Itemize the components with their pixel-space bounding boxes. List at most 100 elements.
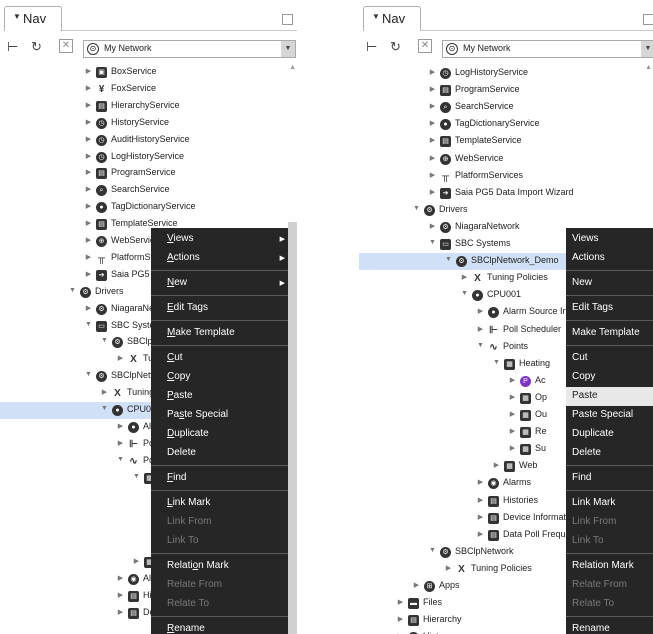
expand-arrow-icon[interactable]: ▶ bbox=[116, 608, 125, 616]
expand-arrow-icon[interactable]: ▶ bbox=[428, 119, 437, 127]
home-icon[interactable]: ⊢ bbox=[366, 39, 377, 55]
expand-arrow-icon[interactable]: ▶ bbox=[492, 461, 501, 469]
chevron-down-icon[interactable]: ▼ bbox=[372, 12, 380, 21]
expand-arrow-icon[interactable]: ▶ bbox=[116, 354, 125, 362]
tree-row[interactable]: ▶➔ Saia PG5 Data Import Wizard bbox=[359, 185, 653, 202]
home-icon[interactable]: ⊢ bbox=[7, 39, 18, 55]
collapse-arrow-icon[interactable]: ▼ bbox=[132, 473, 141, 480]
menu-item-delete[interactable]: Delete bbox=[566, 444, 653, 463]
collapse-arrow-icon[interactable]: ▼ bbox=[492, 359, 501, 366]
menu-item-new[interactable]: New bbox=[566, 274, 653, 293]
menu-item-duplicate[interactable]: Duplicate bbox=[151, 425, 288, 444]
network-selector[interactable]: ⊙ My Network ▼ bbox=[442, 40, 653, 58]
expand-arrow-icon[interactable]: ▶ bbox=[428, 85, 437, 93]
expand-arrow-icon[interactable]: ▶ bbox=[444, 564, 453, 572]
tree-row[interactable]: ▶ ● TagDictionaryService bbox=[0, 199, 288, 216]
expand-arrow-icon[interactable]: ▶ bbox=[508, 393, 517, 401]
expand-arrow-icon[interactable]: ▶ bbox=[396, 615, 405, 623]
expand-arrow-icon[interactable]: ▶ bbox=[428, 154, 437, 162]
scrollbar[interactable] bbox=[288, 222, 297, 634]
maximize-icon[interactable] bbox=[282, 14, 293, 25]
tree-row[interactable]: ▼ ⚙ Drivers bbox=[359, 202, 653, 219]
collapse-arrow-icon[interactable]: ▼ bbox=[100, 405, 109, 412]
expand-arrow-icon[interactable]: ▶ bbox=[396, 598, 405, 606]
tree-row[interactable]: ▶ ▤ HierarchyService bbox=[0, 98, 288, 115]
tree-row[interactable]: ▶ ▣ BoxService bbox=[0, 65, 288, 81]
expand-arrow-icon[interactable]: ▶ bbox=[476, 478, 485, 486]
expand-arrow-icon[interactable]: ▶ bbox=[84, 304, 93, 312]
tree-row[interactable]: ▶ ⌕ SearchService bbox=[359, 99, 653, 116]
tree-row[interactable]: ▶ ◷ LogHistoryService bbox=[359, 65, 653, 82]
expand-arrow-icon[interactable]: ▶ bbox=[428, 102, 437, 110]
maximize-icon[interactable] bbox=[643, 14, 653, 25]
expand-arrow-icon[interactable]: ▶ bbox=[508, 444, 517, 452]
expand-arrow-icon[interactable]: ▶ bbox=[100, 388, 109, 396]
expand-arrow-icon[interactable]: ▶ bbox=[428, 188, 437, 196]
collapse-arrow-icon[interactable]: ▼ bbox=[444, 256, 453, 263]
expand-arrow-icon[interactable]: ▶ bbox=[84, 118, 93, 126]
menu-item-actions[interactable]: Actions ▶ bbox=[151, 249, 288, 268]
expand-arrow-icon[interactable]: ▶ bbox=[84, 253, 93, 261]
tree-row[interactable]: ▶ ◷ LogHistoryService bbox=[0, 149, 288, 166]
tree-row[interactable]: ▶ ◷ AuditHistoryService bbox=[0, 132, 288, 149]
collapse-arrow-icon[interactable]: ▼ bbox=[84, 321, 93, 328]
menu-item-views[interactable]: Views bbox=[566, 230, 653, 249]
tree-row[interactable]: ▶ ⌕ SearchService bbox=[0, 182, 288, 199]
expand-arrow-icon[interactable]: ▶ bbox=[116, 591, 125, 599]
expand-arrow-icon[interactable]: ▶ bbox=[476, 325, 485, 333]
menu-item-duplicate[interactable]: Duplicate bbox=[566, 425, 653, 444]
expand-arrow-icon[interactable]: ▶ bbox=[84, 84, 93, 92]
menu-item-find[interactable]: Find bbox=[151, 469, 288, 488]
expand-arrow-icon[interactable]: ▶ bbox=[476, 530, 485, 538]
menu-item-make-template[interactable]: Make Template bbox=[151, 324, 288, 343]
tree-row[interactable]: ▶ ╥ PlatformServices bbox=[359, 168, 653, 185]
expand-arrow-icon[interactable]: ▶ bbox=[476, 307, 485, 315]
menu-item-link-mark[interactable]: Link Mark bbox=[151, 494, 288, 513]
expand-arrow-icon[interactable]: ▶ bbox=[428, 136, 437, 144]
expand-arrow-icon[interactable]: ▶ bbox=[84, 219, 93, 227]
menu-item-make-template[interactable]: Make Template bbox=[566, 324, 653, 343]
tree-row[interactable]: ▶ ¥ FoxService bbox=[0, 81, 288, 98]
tree-row[interactable]: ▶ ▤ ProgramService bbox=[359, 82, 653, 99]
expand-arrow-icon[interactable]: ▶ bbox=[428, 171, 437, 179]
expand-arrow-icon[interactable]: ▶ bbox=[84, 135, 93, 143]
expand-arrow-icon[interactable]: ▶ bbox=[84, 270, 93, 278]
expand-arrow-icon[interactable]: ▶ bbox=[116, 574, 125, 582]
menu-item-views[interactable]: Views ▶ bbox=[151, 230, 288, 249]
collapse-arrow-icon[interactable]: ▼ bbox=[68, 287, 77, 294]
expand-arrow-icon[interactable]: ▶ bbox=[84, 168, 93, 176]
menu-item-relation-mark[interactable]: Relation Mark bbox=[566, 557, 653, 576]
expand-arrow-icon[interactable]: ▶ bbox=[84, 236, 93, 244]
expand-arrow-icon[interactable]: ▶ bbox=[508, 427, 517, 435]
collapse-arrow-icon[interactable]: ▼ bbox=[100, 337, 109, 344]
chevron-down-icon[interactable]: ▼ bbox=[13, 12, 21, 21]
tree-row[interactable]: ▶ ▤ ProgramService bbox=[0, 165, 288, 182]
menu-item-rename[interactable]: Rename bbox=[566, 620, 653, 634]
tree-row[interactable]: ▶ ▤ TemplateService bbox=[359, 133, 653, 150]
expand-arrow-icon[interactable]: ▶ bbox=[132, 557, 141, 565]
collapse-arrow-icon[interactable]: ▼ bbox=[428, 239, 437, 246]
menu-item-edit-tags[interactable]: Edit Tags bbox=[566, 299, 653, 318]
collapse-arrow-icon[interactable]: ▼ bbox=[460, 290, 469, 297]
nav-tab[interactable]: ▼ Nav bbox=[363, 6, 421, 31]
tree-row[interactable]: ▶ ● TagDictionaryService bbox=[359, 116, 653, 133]
refresh-icon[interactable]: ↻ bbox=[31, 39, 42, 55]
menu-item-copy[interactable]: Copy bbox=[151, 368, 288, 387]
expand-arrow-icon[interactable]: ▶ bbox=[412, 581, 421, 589]
menu-item-paste-special[interactable]: Paste Special bbox=[566, 406, 653, 425]
network-selector[interactable]: ⊙ My Network ▼ bbox=[83, 40, 296, 58]
collapse-arrow-icon[interactable]: ▼ bbox=[412, 205, 421, 212]
close-icon[interactable]: ✕ bbox=[59, 39, 73, 53]
expand-arrow-icon[interactable]: ▶ bbox=[84, 152, 93, 160]
expand-arrow-icon[interactable]: ▶ bbox=[508, 410, 517, 418]
menu-item-cut[interactable]: Cut bbox=[566, 349, 653, 368]
expand-arrow-icon[interactable]: ▶ bbox=[116, 439, 125, 447]
expand-arrow-icon[interactable]: ▶ bbox=[84, 185, 93, 193]
expand-arrow-icon[interactable]: ▶ bbox=[116, 422, 125, 430]
expand-arrow-icon[interactable]: ▶ bbox=[508, 376, 517, 384]
menu-item-paste-special[interactable]: Paste Special bbox=[151, 406, 288, 425]
menu-item-new[interactable]: New ▶ bbox=[151, 274, 288, 293]
menu-item-link-mark[interactable]: Link Mark bbox=[566, 494, 653, 513]
dropdown-arrow-icon[interactable]: ▼ bbox=[641, 41, 653, 57]
menu-item-relation-mark[interactable]: Relation Mark bbox=[151, 557, 288, 576]
